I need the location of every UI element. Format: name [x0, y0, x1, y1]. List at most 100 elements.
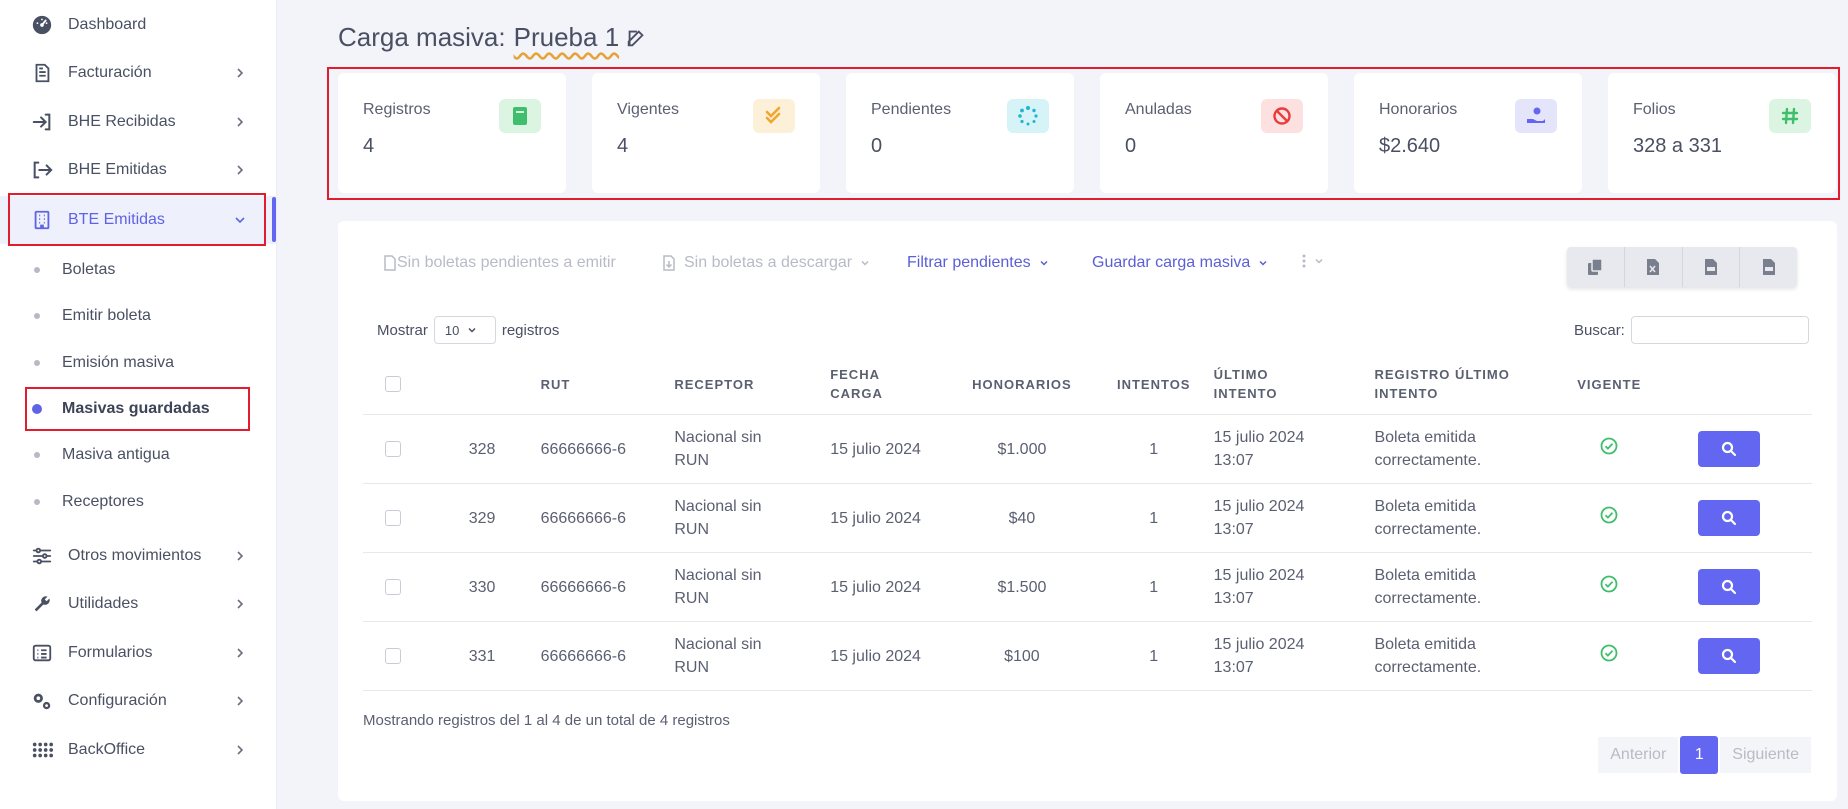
page-length-select[interactable]: 10 — [433, 316, 496, 344]
grid-dots-icon — [30, 738, 54, 762]
chevron-right-icon — [237, 117, 244, 127]
filter-pending-dropdown[interactable]: Filtrar pendientes — [907, 254, 1049, 272]
sidebar-subitem-label: Masiva antigua — [62, 446, 170, 463]
rut-cell: 66666666-6 — [540, 621, 675, 691]
sidebar-subitem-emitir-boleta[interactable]: Emitir boleta — [0, 294, 276, 338]
sidebar-subitem-label: Boletas — [62, 261, 116, 278]
save-bulk-dropdown[interactable]: Guardar carga masiva — [1092, 254, 1268, 272]
sidebar-subitem-label: Emisión masiva — [62, 354, 175, 371]
receptor-text: Nacional sin RUN — [674, 429, 762, 469]
view-detail-button[interactable] — [1698, 500, 1761, 536]
sidebar-item-dashboard[interactable]: Dashboard — [0, 1, 276, 49]
sidebar-subitem-masiva-antigua[interactable]: Masiva antigua — [0, 433, 276, 477]
registro-text: Boleta emitida correctamente. — [1374, 567, 1482, 607]
active-indicator-bar — [272, 197, 276, 242]
receptor-text: Nacional sin RUN — [674, 636, 762, 676]
list-form-icon — [30, 641, 54, 665]
intentos-cell: 1 — [1093, 414, 1214, 484]
pdf-export-button[interactable] — [1740, 247, 1797, 287]
sidebar-item-label: BackOffice — [68, 741, 146, 758]
column-header-registro-ultimo-intento[interactable]: REGISTRO ÚLTIMO INTENTO — [1374, 354, 1545, 415]
login-arrow-icon — [30, 110, 54, 134]
sidebar-item-utilidades[interactable]: Utilidades — [0, 580, 276, 628]
honorarios-cell: $1.000 — [950, 414, 1094, 484]
stat-value: 4 — [617, 135, 629, 157]
chevron-right-icon — [237, 551, 244, 561]
actions-cell — [1674, 621, 1812, 691]
wrench-icon — [30, 592, 54, 616]
pagination-previous-button[interactable]: Anterior — [1598, 737, 1679, 773]
registro-text: Boleta emitida correctamente. — [1374, 498, 1482, 538]
vigente-cell — [1544, 483, 1675, 553]
sidebar-item-label: BHE Emitidas — [68, 161, 167, 178]
sidebar-subitem-label: Masivas guardadas — [62, 400, 210, 417]
registro-cell: Boleta emitida correctamente. — [1374, 552, 1545, 622]
row-checkbox[interactable] — [385, 510, 401, 526]
row-checkbox[interactable] — [385, 441, 401, 457]
pagination-page-1[interactable]: 1 — [1680, 736, 1719, 774]
table-search-control: Buscar: — [1574, 316, 1809, 344]
sidebar-item-bte-emitidas[interactable]: BTE Emitidas — [0, 196, 276, 244]
column-header-honorarios[interactable]: HONORARIOS — [950, 354, 1094, 415]
column-header-receptor[interactable]: RECEPTOR — [674, 354, 831, 415]
length-suffix-label: registros — [501, 321, 560, 339]
column-header-intentos[interactable]: INTENTOS — [1093, 354, 1214, 415]
sidebar-item-backoffice[interactable]: BackOffice — [0, 726, 276, 774]
select-all-checkbox[interactable] — [385, 376, 401, 392]
more-options-dropdown[interactable] — [1302, 254, 1324, 268]
copy-button[interactable] — [1567, 247, 1625, 287]
sidebar-subitem-emision-masiva[interactable]: Emisión masiva — [0, 341, 276, 385]
row-checkbox[interactable] — [385, 579, 401, 595]
excel-export-button[interactable] — [1625, 247, 1683, 287]
check-circle-icon — [1600, 644, 1618, 666]
bullet-dot-icon — [34, 267, 40, 273]
receptor-text: Nacional sin RUN — [674, 498, 762, 538]
receptor-cell: Nacional sin RUN — [674, 483, 831, 553]
stat-value: 4 — [363, 135, 375, 157]
pagination-next-button[interactable]: Siguiente — [1720, 737, 1811, 773]
sidebar-subitem-masivas-guardadas[interactable]: Masivas guardadas — [0, 387, 276, 431]
search-icon — [1722, 579, 1737, 595]
bullet-dot-icon — [34, 313, 40, 319]
rut-cell: 66666666-6 — [540, 483, 675, 553]
sidebar-item-formularios[interactable]: Formularios — [0, 629, 276, 677]
folio-cell: 330 — [468, 552, 541, 622]
row-select-cell — [363, 414, 469, 484]
row-checkbox[interactable] — [385, 648, 401, 664]
column-header-label: FECHA CARGA — [830, 367, 883, 401]
honorarios-cell: $1.500 — [950, 552, 1094, 622]
sidebar-subitem-receptores[interactable]: Receptores — [0, 480, 276, 524]
edit-icon[interactable] — [625, 27, 647, 49]
ultimo-intento-cell: 15 julio 2024 13:07 — [1213, 483, 1375, 553]
column-header-ultimo-intento[interactable]: ÚLTIMO INTENTO — [1213, 354, 1375, 415]
dashboard-gauge-icon — [30, 13, 54, 37]
chevron-right-icon — [237, 165, 244, 175]
sidebar-item-bhe-recibidas[interactable]: BHE Recibidas — [0, 98, 276, 146]
stat-value: 0 — [1125, 135, 1137, 157]
view-detail-button[interactable] — [1698, 638, 1761, 674]
sidebar-item-label: Utilidades — [68, 595, 139, 612]
sidebar-item-facturacion[interactable]: Facturación — [0, 49, 276, 97]
column-header-rut[interactable]: RUT — [540, 354, 675, 415]
no-download-dropdown[interactable]: Sin boletas a descargar — [662, 254, 870, 272]
csv-export-button[interactable] — [1683, 247, 1741, 287]
no-pending-button[interactable]: Sin boletas pendientes a emitir — [383, 254, 616, 272]
rut-cell: 66666666-6 — [540, 414, 675, 484]
table-row: 329 66666666-6 Nacional sin RUN 15 julio… — [363, 483, 1812, 553]
column-header-fecha-carga[interactable]: FECHA CARGA — [830, 354, 950, 415]
gears-icon — [30, 689, 54, 713]
sidebar-item-label: Configuración — [68, 692, 167, 709]
search-input[interactable] — [1630, 316, 1809, 344]
view-detail-button[interactable] — [1698, 431, 1761, 467]
table-row: 330 66666666-6 Nacional sin RUN 15 julio… — [363, 552, 1812, 622]
sidebar-item-bhe-emitidas[interactable]: BHE Emitidas — [0, 146, 276, 194]
sidebar-item-otros-movimientos[interactable]: Otros movimientos — [0, 532, 276, 580]
sidebar-item-label: Facturación — [68, 64, 152, 81]
fecha-carga-cell: 15 julio 2024 — [830, 621, 950, 691]
sidebar-subitem-boletas[interactable]: Boletas — [0, 248, 276, 292]
search-icon — [1722, 648, 1737, 664]
column-header-vigente[interactable]: VIGENTE — [1544, 354, 1675, 415]
view-detail-button[interactable] — [1698, 569, 1761, 605]
receptor-cell: Nacional sin RUN — [674, 552, 831, 622]
sidebar-item-configuracion[interactable]: Configuración — [0, 677, 276, 725]
